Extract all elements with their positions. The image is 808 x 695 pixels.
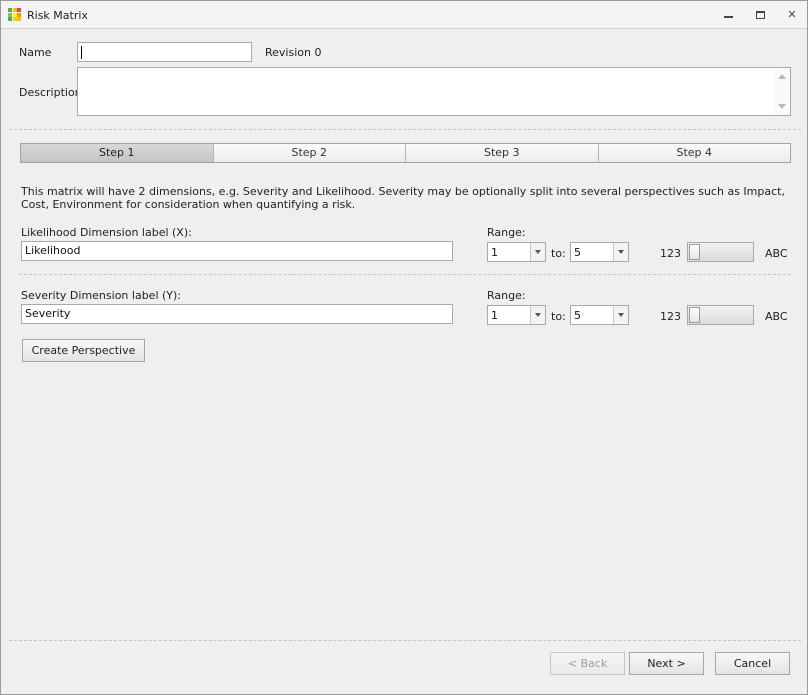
window-title: Risk Matrix (27, 9, 88, 22)
header-divider (9, 129, 801, 130)
close-icon: ✕ (787, 8, 797, 21)
app-icon-cell (8, 17, 12, 21)
tab-step-3[interactable]: Step 3 (406, 144, 599, 162)
description-textarea[interactable] (77, 67, 791, 116)
likelihood-range-from-select[interactable]: 1 (487, 242, 546, 262)
severity-to-label: to: (551, 310, 566, 323)
step-tabs: Step 1 Step 2 Step 3 Step 4 (20, 143, 791, 163)
app-icon-cell (17, 12, 21, 17)
app-icon-cell (17, 8, 21, 12)
likelihood-dimension-label: Likelihood Dimension label (X): (21, 226, 192, 239)
likelihood-to-label: to: (551, 247, 566, 260)
instructions-text: This matrix will have 2 dimensions, e.g.… (21, 185, 785, 211)
app-icon-cell (8, 8, 12, 12)
likelihood-range-to-value: 5 (574, 246, 581, 259)
severity-dimension-input[interactable]: Severity (21, 304, 453, 324)
close-button[interactable]: ✕ (783, 7, 801, 23)
next-button[interactable]: Next > (629, 652, 704, 675)
name-label: Name (19, 46, 52, 59)
likelihood-dimension-value: Likelihood (25, 244, 81, 257)
description-label: Description (19, 86, 82, 99)
maximize-button[interactable] (751, 7, 769, 23)
chevron-down-icon[interactable] (530, 306, 545, 324)
likelihood-range-from-value: 1 (491, 246, 498, 259)
create-perspective-button[interactable]: Create Perspective (22, 339, 145, 362)
severity-dimension-value: Severity (25, 307, 71, 320)
title-bar: Risk Matrix ✕ (1, 1, 807, 29)
dimension-divider (19, 274, 791, 275)
minimize-icon (723, 16, 733, 18)
name-input[interactable] (77, 42, 252, 62)
severity-alpha-label: ABC (765, 310, 788, 323)
minimize-button[interactable] (719, 7, 737, 23)
chevron-down-icon[interactable] (530, 243, 545, 261)
likelihood-range-to-select[interactable]: 5 (570, 242, 629, 262)
severity-dimension-label: Severity Dimension label (Y): (21, 289, 181, 302)
toggle-knob[interactable] (689, 244, 700, 260)
chevron-down-icon[interactable] (613, 243, 628, 261)
tab-step-1[interactable]: Step 1 (21, 144, 214, 162)
description-scrollbar[interactable] (774, 68, 790, 115)
risk-matrix-app-icon (8, 8, 21, 21)
app-icon-cell (12, 12, 17, 17)
severity-range-to-value: 5 (574, 309, 581, 322)
scroll-down-icon[interactable] (778, 104, 786, 109)
app-icon-cell (8, 12, 12, 17)
toggle-knob[interactable] (689, 307, 700, 323)
severity-range-from-value: 1 (491, 309, 498, 322)
text-caret (81, 45, 82, 59)
likelihood-range-label: Range: (487, 226, 526, 239)
cancel-button[interactable]: Cancel (715, 652, 790, 675)
severity-numeric-alpha-toggle[interactable] (687, 305, 754, 325)
risk-matrix-window: Risk Matrix ✕ Name Revision 0 Descriptio… (0, 0, 808, 695)
maximize-icon (755, 11, 765, 19)
likelihood-numeric-alpha-toggle[interactable] (687, 242, 754, 262)
scroll-up-icon[interactable] (778, 74, 786, 79)
severity-range-label: Range: (487, 289, 526, 302)
severity-range-to-select[interactable]: 5 (570, 305, 629, 325)
likelihood-alpha-label: ABC (765, 247, 788, 260)
app-icon-cell (12, 8, 17, 12)
tab-step-2[interactable]: Step 2 (213, 144, 406, 162)
likelihood-numeric-label: 123 (660, 247, 681, 260)
app-icon-cell (12, 17, 17, 21)
chevron-down-icon[interactable] (613, 306, 628, 324)
severity-range-from-select[interactable]: 1 (487, 305, 546, 325)
revision-label: Revision 0 (265, 46, 322, 59)
likelihood-dimension-input[interactable]: Likelihood (21, 241, 453, 261)
back-button[interactable]: < Back (550, 652, 625, 675)
severity-numeric-label: 123 (660, 310, 681, 323)
tab-step-4[interactable]: Step 4 (598, 144, 790, 162)
footer-divider (9, 640, 801, 641)
app-icon-cell (17, 17, 21, 21)
